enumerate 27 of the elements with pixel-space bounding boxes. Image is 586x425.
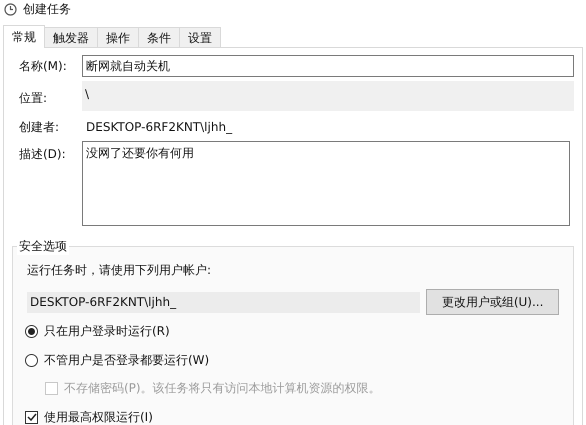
radio-button[interactable]: [25, 324, 38, 338]
field-label: 位置:: [18, 90, 48, 107]
tab[interactable]: 设置: [179, 27, 221, 48]
checkmark-icon: [26, 412, 36, 422]
radio-button[interactable]: [25, 354, 38, 366]
field-label: 创建者:: [18, 119, 60, 136]
radio-label: 只在用户登录时运行(R): [44, 323, 170, 340]
checkbox-label: 不存储密码(P)。该任务将只有访问本地计算机资源的权限。: [64, 380, 381, 397]
description-field[interactable]: 没网了还要你有何用: [82, 141, 570, 226]
change-user-button[interactable]: 更改用户或组(U)...: [426, 289, 559, 315]
radio-label: 不管用户是否登录都要运行(W): [44, 352, 210, 369]
tab[interactable]: 触发器: [44, 27, 98, 48]
user-account-field: DESKTOP-6RF2KNT\ljhh_: [27, 292, 420, 312]
tab[interactable]: 常规: [3, 25, 45, 48]
location-value: \: [82, 81, 574, 111]
window-title: 创建任务: [23, 1, 71, 18]
field-label: 名称(M):: [18, 58, 68, 75]
checkbox[interactable]: [25, 410, 38, 424]
group-title: 安全选项: [17, 237, 69, 255]
prompt-text: 运行任务时，请使用下列用户帐户:: [27, 262, 212, 279]
checkbox-label: 使用最高权限运行(I): [44, 409, 153, 425]
field-label: 描述(D):: [18, 146, 67, 163]
tab[interactable]: 操作: [97, 27, 139, 48]
clock-icon: [4, 2, 17, 16]
tab[interactable]: 条件: [138, 27, 180, 48]
author-value: DESKTOP-6RF2KNT\ljhh_: [85, 119, 232, 136]
name-field[interactable]: 断网就自动关机: [82, 55, 574, 77]
